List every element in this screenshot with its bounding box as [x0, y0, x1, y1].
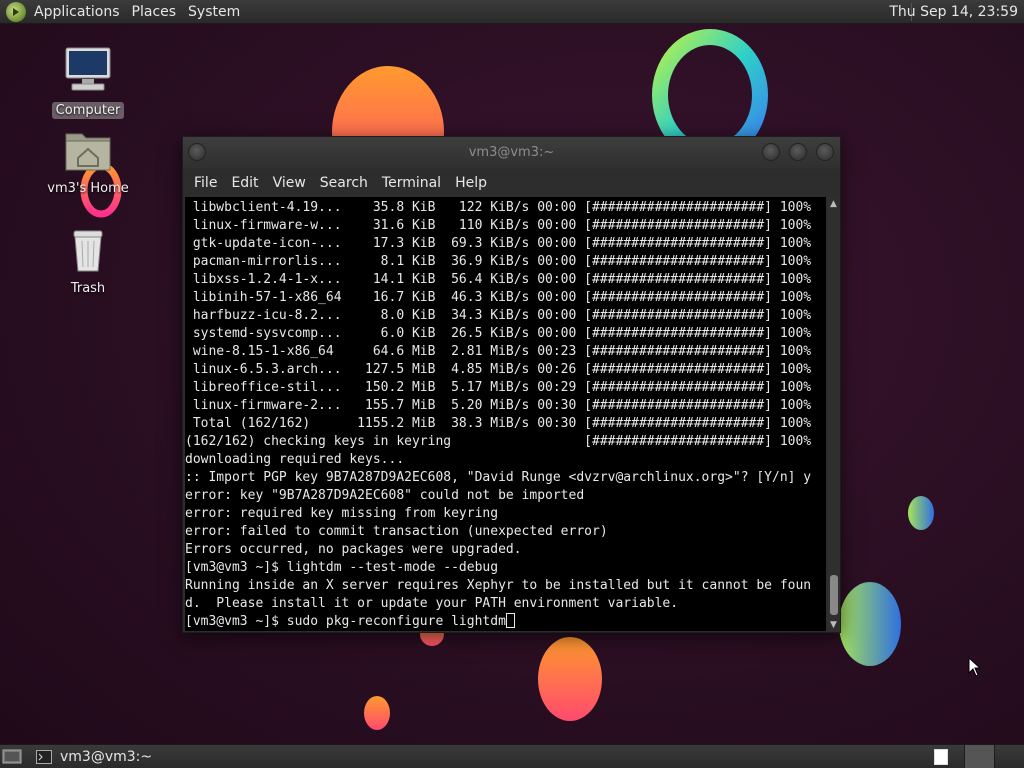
workspace-2[interactable]: [994, 745, 1024, 768]
menu-view[interactable]: View: [266, 175, 313, 191]
bottom-panel: vm3@vm3:~: [0, 744, 1024, 768]
terminal-line: wine-8.15-1-x86_64 64.6 MiB 2.81 MiB/s 0…: [185, 344, 812, 359]
text-cursor: [505, 613, 515, 628]
taskbar-item-terminal[interactable]: vm3@vm3:~: [36, 745, 152, 768]
trash-icon: [73, 230, 103, 272]
desktop-icon-label: vm3's Home: [47, 181, 129, 196]
terminal-line: libinih-57-1-x86_64 16.7 KiB 46.3 KiB/s …: [185, 290, 812, 305]
terminal-line: Total (162/162) 1155.2 MiB 38.3 MiB/s 00…: [185, 416, 812, 431]
terminal-line: harfbuzz-icu-8.2... 8.0 KiB 34.3 KiB/s 0…: [185, 308, 812, 323]
terminal-line: d. Please install it or update your PATH…: [185, 596, 679, 611]
menu-file[interactable]: File: [187, 175, 224, 191]
menu-help[interactable]: Help: [448, 175, 494, 191]
show-desktop-icon[interactable]: [2, 748, 22, 765]
computer-icon: [65, 47, 111, 91]
desktop-icon-label: Computer: [51, 102, 125, 119]
menu-edit[interactable]: Edit: [224, 175, 265, 191]
mouse-pointer-icon: [968, 657, 982, 677]
terminal-line: gtk-update-icon-... 17.3 KiB 69.3 KiB/s …: [185, 236, 812, 251]
scrollbar-thumb[interactable]: [830, 575, 838, 615]
terminal-line: pacman-mirrorlis... 8.1 KiB 36.9 KiB/s 0…: [185, 254, 812, 269]
window-title-bar[interactable]: vm3@vm3:~: [183, 137, 840, 169]
terminal-current-input[interactable]: sudo pkg-reconfigure lightdm: [287, 614, 506, 629]
terminal-line: linux-6.5.3.arch... 127.5 MiB 4.85 MiB/s…: [185, 362, 812, 377]
desktop-icon-home[interactable]: vm3's Home: [43, 128, 133, 197]
terminal-line: libreoffice-stil... 150.2 MiB 5.17 MiB/s…: [185, 380, 812, 395]
menu-places[interactable]: Places: [126, 0, 183, 24]
minimize-icon[interactable]: [762, 143, 780, 161]
terminal-line: Running inside an X server requires Xeph…: [185, 578, 812, 593]
terminal-line: linux-firmware-w... 31.6 KiB 110 KiB/s 0…: [185, 218, 812, 233]
terminal-line: error: key "9B7A287D9A2EC608" could not …: [185, 488, 585, 503]
scroll-down-arrow-icon[interactable]: ▼: [830, 620, 837, 630]
menu-system[interactable]: System: [182, 0, 246, 24]
terminal-line: [vm3@vm3 ~]$ lightdm --test-mode --debug: [185, 560, 499, 575]
taskbar-item-label: vm3@vm3:~: [60, 749, 153, 765]
window-title: vm3@vm3:~: [468, 145, 555, 160]
window-menu-icon[interactable]: [188, 143, 206, 161]
terminal-input-line[interactable]: [vm3@vm3 ~]$ sudo pkg-reconfigure lightd…: [185, 613, 826, 631]
terminal-line: :: Import PGP key 9B7A287D9A2EC608, "Dav…: [185, 470, 812, 485]
terminal-line: error: required key missing from keyring: [185, 506, 499, 521]
terminal-line: linux-firmware-2... 155.7 MiB 5.20 MiB/s…: [185, 398, 812, 413]
window-list-icon[interactable]: [934, 749, 948, 765]
terminal-line: error: failed to commit transaction (une…: [185, 524, 608, 539]
terminal-line: downloading required keys...: [185, 452, 405, 467]
menu-search[interactable]: Search: [313, 175, 375, 191]
terminal-line: Errors occurred, no packages were upgrad…: [185, 542, 522, 557]
scroll-up-arrow-icon[interactable]: ▲: [830, 199, 837, 209]
terminal-icon: [36, 750, 52, 764]
terminal-window[interactable]: vm3@vm3:~ File Edit View Search Terminal…: [182, 136, 841, 633]
terminal-scrollbar[interactable]: ▲ ▼: [828, 197, 840, 631]
terminal-line: libxss-1.2.4-1-x... 14.1 KiB 56.4 KiB/s …: [185, 272, 812, 287]
desktop-icon-label: Trash: [70, 281, 106, 296]
terminal-output[interactable]: libwbclient-4.19... 35.8 KiB 122 KiB/s 0…: [185, 197, 826, 631]
applications-menu-icon[interactable]: [6, 1, 26, 22]
desktop-icon-trash[interactable]: Trash: [43, 226, 133, 297]
clock[interactable]: Thu Sep 14, 23:59: [889, 0, 1018, 24]
terminal-line: libwbclient-4.19... 35.8 KiB 122 KiB/s 0…: [185, 200, 812, 215]
home-folder-icon: [65, 133, 111, 171]
terminal-line: systemd-sysvcomp... 6.0 KiB 26.5 KiB/s 0…: [185, 326, 812, 341]
maximize-icon[interactable]: [789, 143, 807, 161]
menu-applications[interactable]: Applications: [28, 0, 126, 24]
desktop-icon-computer[interactable]: Computer: [43, 44, 133, 119]
menu-terminal[interactable]: Terminal: [375, 175, 448, 191]
terminal-menu-bar: File Edit View Search Terminal Help: [183, 169, 840, 197]
top-panel: Applications Places System Thu Sep 14, 2…: [0, 0, 1024, 24]
terminal-line: (162/162) checking keys in keyring [####…: [185, 434, 812, 449]
workspace-1[interactable]: [964, 745, 994, 768]
workspace-switcher[interactable]: [964, 745, 1024, 768]
close-icon[interactable]: [816, 143, 834, 161]
terminal-prompt: [vm3@vm3 ~]$: [185, 614, 287, 629]
